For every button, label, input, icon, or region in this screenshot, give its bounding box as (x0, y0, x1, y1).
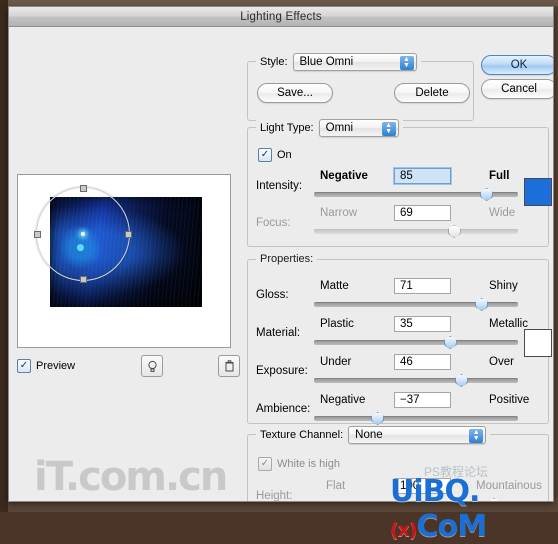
chevron-updown-icon: ▲ ▼ (399, 56, 414, 70)
light-type-select-value: Omni (325, 122, 354, 134)
exposure-min-label: Under (320, 356, 352, 368)
ambience-slider-track[interactable] (314, 412, 518, 425)
gloss-min-label: Matte (320, 280, 349, 292)
intensity-slider-knob[interactable] (480, 188, 494, 201)
light-type-group: Light Type: Omni ▲ ▼ ✓ On Intensity: Nega… (247, 119, 552, 247)
white-is-high-row: ✓ White is high (258, 457, 340, 471)
gloss-value-field[interactable]: 71 (394, 278, 451, 294)
ellipse-handle-left[interactable] (34, 231, 41, 238)
preview-toolbar: ✓ Preview (17, 355, 240, 377)
exposure-max-label: Over (489, 356, 514, 368)
exposure-slider-knob[interactable] (454, 374, 468, 387)
cancel-button[interactable]: Cancel (481, 79, 553, 99)
material-slider-knob[interactable] (443, 336, 457, 349)
exposure-value-field[interactable]: 46 (394, 354, 451, 370)
height-label: Height: (256, 490, 293, 502)
texture-legend: Texture Channel: None ▲ ▼ (256, 426, 491, 444)
material-label: Material: (256, 327, 301, 339)
height-min-label: Flat (326, 480, 346, 492)
light-on-row: ✓ On (258, 148, 292, 162)
exposure-slider-track[interactable] (314, 374, 518, 387)
texture-label: Texture Channel: (260, 429, 344, 441)
properties-group: Properties: Gloss: Matte 71 Shiny Materi… (247, 253, 552, 425)
ambience-value-field[interactable]: −37 (394, 392, 451, 408)
dialog-body: ✓ Preview iT.com.cn OK Cancel Style: Blu… (9, 27, 553, 502)
ellipse-handle-bottom[interactable] (80, 276, 87, 283)
light-on-label: On (277, 149, 292, 161)
light-on-checkbox[interactable]: ✓ (258, 148, 272, 162)
style-group: Style: Blue Omni ▲ ▼ Save... Delete (247, 53, 474, 121)
ambience-min-label: Negative (320, 394, 366, 406)
style-select-value: Blue Omni (299, 56, 354, 68)
chevron-updown-icon: ▲ ▼ (469, 429, 484, 443)
white-is-high-label: White is high (277, 458, 340, 470)
focus-slider-track[interactable] (314, 225, 518, 238)
style-label: Style: (260, 56, 288, 68)
ellipse-handle-right[interactable] (125, 231, 132, 238)
watermark-right: UiBQ. (x)CoM (390, 474, 558, 544)
preview-canvas[interactable] (17, 174, 231, 348)
exposure-label: Exposure: (256, 365, 308, 377)
watermark-right-text-a: UiBQ. (390, 474, 480, 509)
white-is-high-checkbox[interactable]: ✓ (258, 457, 272, 471)
material-slider-track[interactable] (314, 336, 518, 349)
watermark-right-text-b: CoM (416, 509, 487, 544)
light-type-label: Light Type: (260, 122, 314, 134)
ok-button[interactable]: OK (481, 55, 553, 75)
ambience-max-label: Positive (489, 394, 530, 406)
exposure-color-swatch[interactable] (524, 329, 552, 357)
intensity-max-label: Full (489, 170, 510, 182)
ellipse-handle-top[interactable] (80, 185, 87, 192)
ambience-label: Ambience: (256, 403, 311, 415)
light-color-swatch[interactable] (524, 178, 552, 206)
gloss-label: Gloss: (256, 289, 289, 301)
delete-button[interactable]: Delete (394, 83, 470, 103)
light-type-legend: Light Type: Omni ▲ ▼ (256, 119, 403, 137)
intensity-min-label: Negative (320, 170, 368, 182)
gloss-slider-track[interactable] (314, 298, 518, 311)
light-type-select[interactable]: Omni ▲ ▼ (318, 119, 399, 137)
controls-panel: OK Cancel Style: Blue Omni ▲ ▼ Save... De… (241, 27, 553, 502)
preview-checkbox[interactable]: ✓ (17, 359, 31, 373)
material-value-field[interactable]: 35 (394, 316, 451, 332)
intensity-value-field[interactable]: 85 (394, 168, 451, 184)
light-ellipse-handle[interactable] (34, 185, 132, 283)
material-min-label: Plastic (320, 318, 354, 330)
ambience-slider-knob[interactable] (371, 412, 385, 425)
preview-checkbox-label: Preview (36, 360, 76, 372)
focus-value-field[interactable]: 69 (394, 205, 451, 221)
watermark-left: iT.com.cn (34, 454, 228, 500)
gloss-slider-knob[interactable] (475, 298, 489, 311)
gloss-max-label: Shiny (489, 280, 518, 292)
lightbulb-icon[interactable] (141, 355, 163, 377)
light-center-point[interactable] (81, 232, 85, 236)
focus-max-label: Wide (489, 207, 516, 219)
texture-select[interactable]: None ▲ ▼ (348, 426, 487, 444)
trash-glyph (225, 360, 233, 372)
style-select[interactable]: Blue Omni ▲ ▼ (292, 53, 417, 71)
save-button[interactable]: Save... (257, 83, 333, 103)
lightbulb-glyph (147, 360, 157, 372)
watermark-right-mark: (x) (390, 519, 418, 541)
focus-label: Focus: (256, 217, 291, 229)
preview-panel: ✓ Preview iT.com.cn (10, 28, 240, 500)
focus-slider-knob[interactable] (447, 225, 461, 238)
dialog-titlebar: Lighting Effects (9, 7, 553, 27)
intensity-label: Intensity: (256, 180, 303, 192)
lighting-effects-dialog: Lighting Effects ✓ Preview iT.com.cn OK … (8, 6, 554, 502)
trash-icon[interactable] (218, 355, 240, 377)
intensity-slider-track[interactable] (314, 188, 518, 201)
chevron-updown-icon: ▲ ▼ (381, 122, 396, 136)
dialog-title: Lighting Effects (240, 10, 322, 23)
material-max-label: Metallic (489, 318, 528, 330)
focus-min-label: Narrow (320, 207, 358, 219)
style-legend: Style: Blue Omni ▲ ▼ (256, 53, 421, 71)
texture-select-value: None (355, 429, 383, 441)
properties-legend: Properties: (256, 253, 318, 265)
